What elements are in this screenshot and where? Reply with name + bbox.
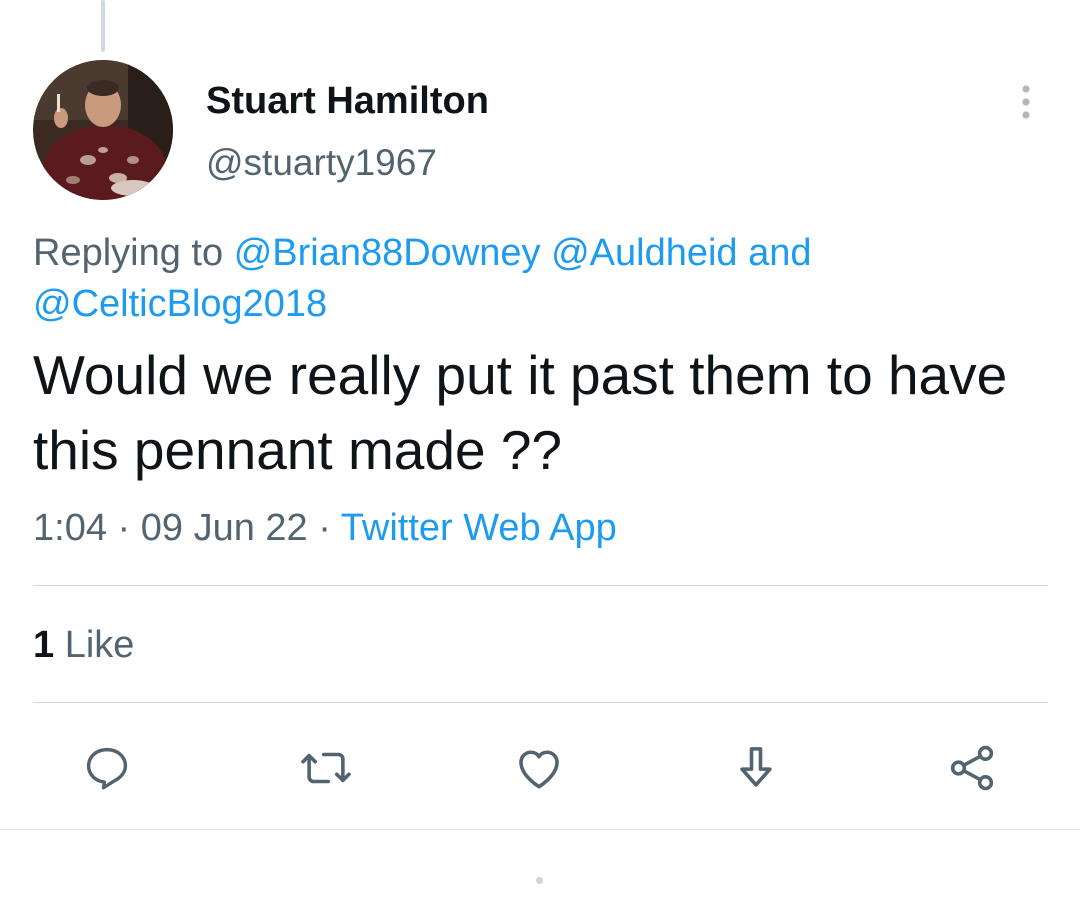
divider (33, 702, 1048, 703)
author-handle[interactable]: @stuarty1967 (206, 140, 437, 186)
more-options-button[interactable] (1007, 82, 1045, 122)
mention-conjunction[interactable]: and (748, 232, 811, 274)
more-vertical-icon (1022, 85, 1030, 119)
reply-button[interactable] (77, 738, 137, 798)
retweet-icon (301, 752, 351, 784)
replying-to-label: Replying to (33, 232, 224, 274)
divider (33, 585, 1048, 586)
likes-stat[interactable]: 1 Like (33, 622, 134, 668)
thread-connector-line (101, 0, 105, 52)
divider (0, 829, 1080, 830)
avatar[interactable] (33, 60, 173, 200)
author-display-name[interactable]: Stuart Hamilton (206, 78, 489, 124)
meta-separator: · (318, 507, 331, 549)
mention-link[interactable]: @CelticBlog2018 (33, 283, 327, 325)
tweet-time[interactable]: 1:04 (33, 507, 107, 549)
avatar-image (33, 60, 173, 200)
tweet-source-link[interactable]: Twitter Web App (341, 507, 617, 549)
meta-separator: · (117, 507, 131, 549)
page-indicator-dot (536, 877, 543, 884)
download-button[interactable] (726, 738, 786, 798)
like-icon (519, 750, 559, 789)
mention-link[interactable]: @Brian88Downey (234, 232, 541, 274)
mention-link[interactable]: @Auldheid (551, 232, 737, 274)
tweet-date[interactable]: 09 Jun 22 (141, 507, 308, 549)
share-button[interactable] (942, 738, 1002, 798)
like-button[interactable] (509, 738, 569, 798)
tweet-text: Would we really put it past them to have… (33, 344, 1008, 481)
like-count: 1 (33, 624, 55, 666)
retweet-button[interactable] (296, 738, 356, 798)
share-icon (950, 745, 994, 791)
download-icon (740, 747, 772, 787)
tweet-metadata: 1:04 · 09 Jun 22 · Twitter Web App (33, 504, 617, 552)
like-label: Like (64, 624, 135, 666)
replying-to-context: Replying to @Brian88Downey @Auldheid and… (33, 228, 1033, 330)
reply-icon (86, 747, 128, 790)
